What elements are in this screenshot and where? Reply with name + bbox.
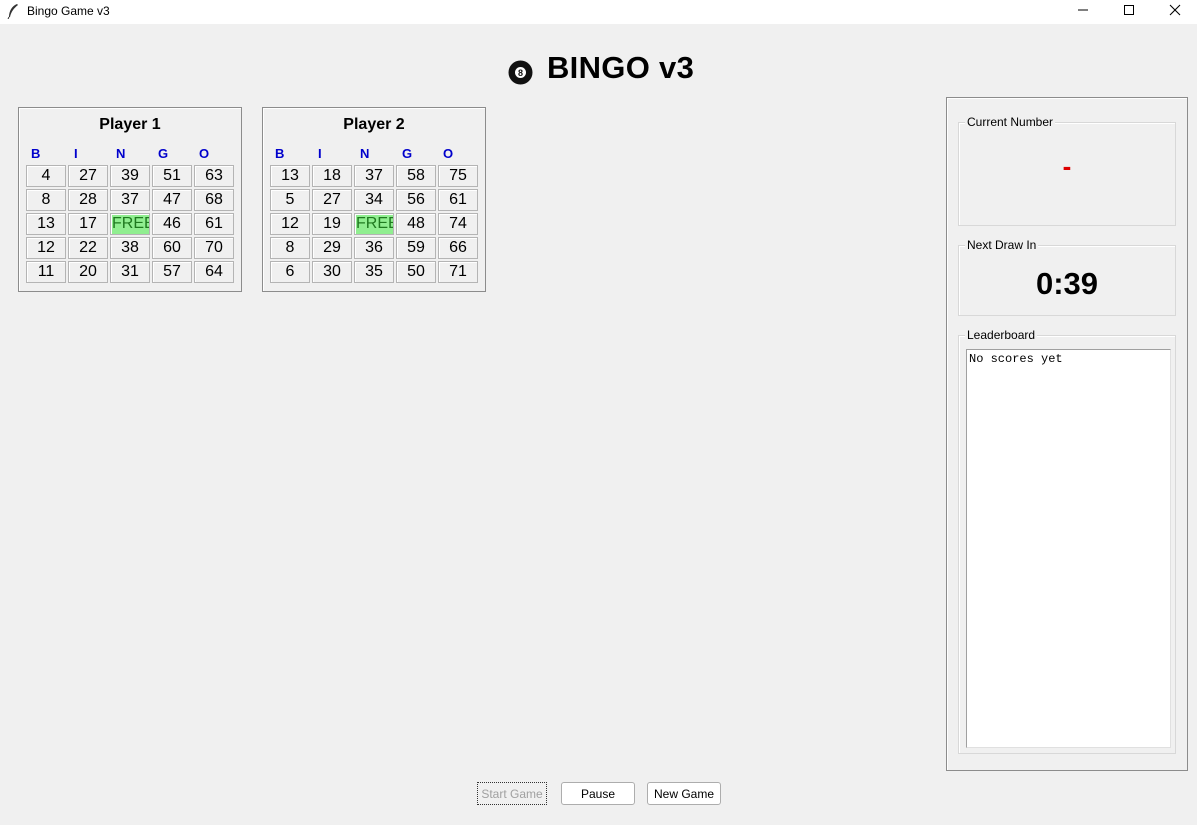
- bingo-cell[interactable]: 51: [152, 165, 192, 187]
- side-panel: Current Number - Next Draw In 0:39 Leade…: [946, 97, 1188, 771]
- bingo-cell[interactable]: 56: [396, 189, 436, 211]
- column-header-n: N: [360, 146, 370, 161]
- minimize-button[interactable]: [1060, 0, 1106, 24]
- next-draw-group: Next Draw In 0:39: [958, 238, 1176, 316]
- bingo-cell[interactable]: 71: [438, 261, 478, 283]
- close-button[interactable]: [1152, 0, 1197, 24]
- bingo-cell[interactable]: 35: [354, 261, 394, 283]
- maximize-icon: [1123, 3, 1135, 21]
- bingo-cell[interactable]: 46: [152, 213, 192, 235]
- bingo-cell[interactable]: 64: [194, 261, 234, 283]
- bingo-cell[interactable]: 34: [354, 189, 394, 211]
- bingo-cell[interactable]: 29: [312, 237, 352, 259]
- current-number-group: Current Number -: [958, 115, 1176, 226]
- eight-ball-icon: 8: [508, 60, 533, 85]
- bingo-cell[interactable]: 36: [354, 237, 394, 259]
- title-bar: Bingo Game v3: [0, 0, 1197, 24]
- leaderboard-text: No scores yet: [969, 352, 1063, 366]
- bingo-cell[interactable]: 47: [152, 189, 192, 211]
- bingo-cell[interactable]: 18: [312, 165, 352, 187]
- bingo-cell[interactable]: 38: [110, 237, 150, 259]
- bingo-cell[interactable]: 27: [312, 189, 352, 211]
- column-header-i: I: [74, 146, 78, 161]
- minimize-icon: [1077, 3, 1089, 21]
- bingo-cell[interactable]: 50: [396, 261, 436, 283]
- player-card: Player 2 B I N G O 1318375875 527345661 1219FREE…: [262, 107, 486, 292]
- leaderboard-label: Leaderboard: [965, 328, 1038, 342]
- bingo-cell[interactable]: 27: [68, 165, 108, 187]
- start-game-button[interactable]: Start Game: [477, 782, 547, 805]
- current-number-label: Current Number: [965, 115, 1056, 129]
- bingo-cell[interactable]: 11: [26, 261, 66, 283]
- column-header-o: O: [199, 146, 210, 161]
- leaderboard-text-area[interactable]: No scores yet: [966, 349, 1171, 748]
- bingo-cell[interactable]: 66: [438, 237, 478, 259]
- close-icon: [1169, 3, 1181, 21]
- maximize-button[interactable]: [1106, 0, 1152, 24]
- bingo-cell[interactable]: 31: [110, 261, 150, 283]
- bingo-cell[interactable]: 13: [26, 213, 66, 235]
- bingo-cell[interactable]: 37: [354, 165, 394, 187]
- column-header-o: O: [443, 146, 454, 161]
- bingo-cell[interactable]: 61: [194, 213, 234, 235]
- next-draw-timer: 0:39: [1035, 266, 1099, 301]
- feather-icon: [6, 3, 20, 20]
- next-draw-label: Next Draw In: [965, 238, 1039, 252]
- bingo-cell[interactable]: 8: [26, 189, 66, 211]
- bingo-cell[interactable]: 75: [438, 165, 478, 187]
- free-cell[interactable]: FREE: [110, 213, 150, 235]
- pause-button[interactable]: Pause: [561, 782, 635, 805]
- column-header-n: N: [116, 146, 126, 161]
- bingo-cell[interactable]: 12: [26, 237, 66, 259]
- bingo-cell[interactable]: 59: [396, 237, 436, 259]
- column-header-g: G: [402, 146, 413, 161]
- bingo-cell[interactable]: 22: [68, 237, 108, 259]
- bingo-cell[interactable]: 20: [68, 261, 108, 283]
- bingo-cell[interactable]: 58: [396, 165, 436, 187]
- svg-text:8: 8: [518, 68, 523, 78]
- column-header-i: I: [318, 146, 322, 161]
- bingo-cell[interactable]: 5: [270, 189, 310, 211]
- bingo-cell[interactable]: 8: [270, 237, 310, 259]
- bingo-cell[interactable]: 37: [110, 189, 150, 211]
- bingo-cell[interactable]: 57: [152, 261, 192, 283]
- player-name: Player 2: [343, 116, 405, 133]
- new-game-button[interactable]: New Game: [647, 782, 721, 805]
- bingo-cell[interactable]: 68: [194, 189, 234, 211]
- bingo-cell[interactable]: 48: [396, 213, 436, 235]
- bingo-cell[interactable]: 39: [110, 165, 150, 187]
- column-header-b: B: [275, 146, 285, 161]
- current-number-value: -: [1062, 151, 1072, 181]
- bingo-cell[interactable]: 28: [68, 189, 108, 211]
- bingo-cell[interactable]: 17: [68, 213, 108, 235]
- column-header-g: G: [158, 146, 169, 161]
- player-card: Player 1 B I N G O 427395163 828374768 1317FREE4…: [18, 107, 242, 292]
- bingo-cell[interactable]: 12: [270, 213, 310, 235]
- game-title: BINGO v3: [547, 50, 695, 85]
- bingo-cell[interactable]: 4: [26, 165, 66, 187]
- player-name: Player 1: [99, 116, 161, 133]
- bingo-cell[interactable]: 60: [152, 237, 192, 259]
- bingo-cell[interactable]: 13: [270, 165, 310, 187]
- bingo-cell[interactable]: 6: [270, 261, 310, 283]
- bingo-cell[interactable]: 61: [438, 189, 478, 211]
- bingo-cell[interactable]: 70: [194, 237, 234, 259]
- bingo-cell[interactable]: 63: [194, 165, 234, 187]
- free-cell[interactable]: FREE: [354, 213, 394, 235]
- leaderboard-group: Leaderboard No scores yet: [958, 328, 1176, 754]
- bingo-cell[interactable]: 19: [312, 213, 352, 235]
- window-title: Bingo Game v3: [27, 4, 110, 18]
- bingo-cell[interactable]: 74: [438, 213, 478, 235]
- game-heading: 8 BINGO v3: [508, 48, 694, 88]
- column-header-b: B: [31, 146, 41, 161]
- bingo-cell[interactable]: 30: [312, 261, 352, 283]
